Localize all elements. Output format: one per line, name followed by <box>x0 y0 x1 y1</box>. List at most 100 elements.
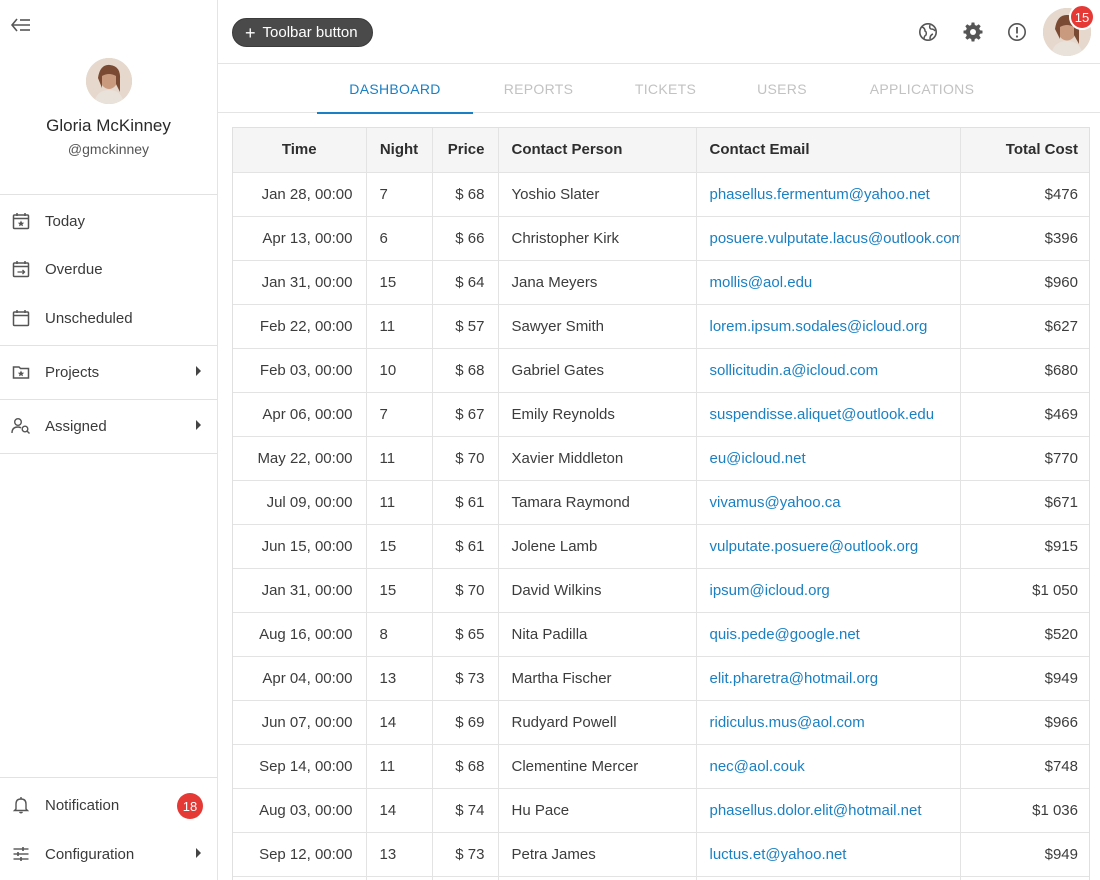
cell-time: Apr 06, 00:00 <box>233 392 367 437</box>
cell-contact-email[interactable]: suspendisse.aliquet@outlook.edu <box>696 392 961 437</box>
cell-night: 11 <box>366 436 433 481</box>
cell-contact-person: Hu Pace <box>498 788 697 833</box>
table-row[interactable]: Aug 16, 00:00 8 $ 65 Nita Padilla quis.pede@… <box>233 612 1089 657</box>
table-row[interactable]: Jul 09, 00:00 11 $ 61 Tamara Raymond vivamus… <box>233 480 1089 525</box>
cell-night: 7 <box>366 172 433 217</box>
cell-total-cost: $949 <box>960 832 1089 877</box>
column-header-total-cost[interactable]: Total Cost <box>960 128 1089 173</box>
table-row[interactable]: Feb 03, 00:00 10 $ 68 Gabriel Gates sollicit… <box>233 348 1089 393</box>
tab-tickets[interactable]: TICKETS <box>604 64 727 113</box>
cell-price: $ 67 <box>432 392 499 437</box>
tab-users[interactable]: USERS <box>727 64 837 113</box>
avatar[interactable] <box>85 58 132 104</box>
cell-total-cost: $1 050 <box>960 568 1089 613</box>
cell-price: $ 66 <box>432 216 499 261</box>
table-row[interactable]: Jan 31, 00:00 15 $ 64 Jana Meyers mollis@aol… <box>233 260 1089 305</box>
sidebar-item-configuration[interactable]: Configuration <box>0 834 217 874</box>
plus-icon: + <box>245 22 256 43</box>
sidebar-item-unscheduled[interactable]: Unscheduled <box>0 298 217 338</box>
user-name: Gloria McKinney <box>46 116 171 135</box>
table-row[interactable]: Jun 07, 00:00 14 $ 69 Rudyard Powell ridicul… <box>233 700 1089 745</box>
column-header-time[interactable]: Time <box>233 128 367 173</box>
cell-contact-person: Jolene Lamb <box>498 524 697 569</box>
cell-contact-email[interactable]: vulputate.posuere@outlook.org <box>696 524 961 569</box>
table-header-row: Time Night Price Contact Person Contact … <box>233 128 1089 173</box>
cell-time: Feb 03, 00:00 <box>233 348 367 393</box>
cell-price: $ 68 <box>432 348 499 393</box>
cell-contact-person: Ian Barber <box>498 876 697 880</box>
gear-icon[interactable] <box>962 21 984 43</box>
tab-reports[interactable]: REPORTS <box>473 64 604 113</box>
cell-contact-email[interactable]: posuere.vulputate.lacus@outlook.com <box>696 216 961 261</box>
tab-dashboard[interactable]: DASHBOARD <box>317 64 473 114</box>
cell-contact-email[interactable]: mollis@aol.edu <box>696 260 961 305</box>
cell-contact-person: Gabriel Gates <box>498 348 697 393</box>
caret-right-icon <box>196 420 201 430</box>
sidebar-item-label: Overdue <box>45 260 103 278</box>
table-row[interactable]: Jan 31, 00:00 15 $ 70 David Wilkins ipsum@ic… <box>233 568 1089 613</box>
tab-bar: DASHBOARD REPORTS TICKETS USERS APPLICAT… <box>218 64 1100 114</box>
table-body: Jan 28, 00:00 7 $ 68 Yoshio Slater phasellus… <box>233 172 1089 880</box>
collapse-sidebar-icon[interactable] <box>10 14 32 36</box>
alert-icon[interactable] <box>1006 21 1028 43</box>
cell-contact-email[interactable]: ipsum@icloud.org <box>696 568 961 613</box>
cell-night: 11 <box>366 304 433 349</box>
sidebar: Gloria McKinney @gmckinney Today Overdue… <box>0 0 218 880</box>
divider <box>0 399 217 400</box>
sidebar-item-assigned[interactable]: Assigned <box>0 406 217 446</box>
cell-contact-email[interactable]: luctus.et@yahoo.net <box>696 832 961 877</box>
bookings-table: Time Night Price Contact Person Contact … <box>232 127 1090 880</box>
cell-price: $ 70 <box>432 568 499 613</box>
cell-contact-email[interactable]: eu@icloud.net <box>696 436 961 481</box>
sidebar-item-projects[interactable]: Projects <box>0 352 217 392</box>
table-row[interactable]: Jun 15, 00:00 15 $ 61 Jolene Lamb vulputate.… <box>233 524 1089 569</box>
cell-night: 15 <box>366 524 433 569</box>
toolbar-button-label: Toolbar button <box>262 24 358 41</box>
column-header-price[interactable]: Price <box>432 128 499 173</box>
cell-price: $ 61 <box>432 480 499 525</box>
toolbar-button[interactable]: + Toolbar button <box>232 18 373 47</box>
cell-time: Oct 02, 00:00 <box>233 876 367 880</box>
column-header-contact-email[interactable]: Contact Email <box>696 128 961 173</box>
column-header-contact-person[interactable]: Contact Person <box>498 128 697 173</box>
sidebar-item-overdue[interactable]: Overdue <box>0 249 217 289</box>
sidebar-item-today[interactable]: Today <box>0 201 217 241</box>
table-row[interactable]: Sep 12, 00:00 13 $ 73 Petra James luctus.et@… <box>233 832 1089 877</box>
cell-contact-email[interactable]: phasellus.dolor.elit@hotmail.net <box>696 788 961 833</box>
cell-contact-email[interactable]: lorem.ipsum.sodales@icloud.org <box>696 304 961 349</box>
table-row[interactable]: Aug 03, 00:00 14 $ 74 Hu Pace phasellus.dolo… <box>233 788 1089 833</box>
cell-time: Jan 28, 00:00 <box>233 172 367 217</box>
table-row[interactable]: Apr 04, 00:00 13 $ 73 Martha Fischer elit.ph… <box>233 656 1089 701</box>
table-row[interactable]: Apr 13, 00:00 6 $ 66 Christopher Kirk posuer… <box>233 216 1089 261</box>
cell-time: Jan 31, 00:00 <box>233 260 367 305</box>
cell-contact-email[interactable]: sollicitudin.a@icloud.com <box>696 348 961 393</box>
table-row[interactable]: Jan 28, 00:00 7 $ 68 Yoshio Slater phasellus… <box>233 172 1089 217</box>
cell-contact-email[interactable]: nec@aol.couk <box>696 744 961 789</box>
cell-contact-person: Petra James <box>498 832 697 877</box>
globe-icon[interactable] <box>917 21 939 43</box>
cell-total-cost: $396 <box>960 216 1089 261</box>
cell-contact-email[interactable]: phasellus.fermentum@yahoo.net <box>696 172 961 217</box>
table-row[interactable]: Feb 22, 00:00 11 $ 57 Sawyer Smith lorem.ips… <box>233 304 1089 349</box>
caret-right-icon <box>196 366 201 376</box>
table-row[interactable]: Apr 06, 00:00 7 $ 67 Emily Reynolds suspendi… <box>233 392 1089 437</box>
cell-contact-email[interactable]: sed@icloud.com <box>696 876 961 880</box>
cell-contact-email[interactable]: quis.pede@google.net <box>696 612 961 657</box>
cell-time: Jun 07, 00:00 <box>233 700 367 745</box>
divider <box>0 453 217 454</box>
cell-time: Apr 04, 00:00 <box>233 656 367 701</box>
tab-applications[interactable]: APPLICATIONS <box>837 64 1007 113</box>
cell-contact-email[interactable]: vivamus@yahoo.ca <box>696 480 961 525</box>
table-row[interactable]: Sep 14, 00:00 11 $ 68 Clementine Mercer nec@… <box>233 744 1089 789</box>
sidebar-item-notification[interactable]: Notification 18 <box>0 785 217 825</box>
cell-total-cost: $949 <box>960 656 1089 701</box>
table-row[interactable]: May 22, 00:00 11 $ 70 Xavier Middleton eu@ic… <box>233 436 1089 481</box>
cell-total-cost: $680 <box>960 348 1089 393</box>
cell-night: 7 <box>366 392 433 437</box>
table-row[interactable]: Oct 02, 00:009$ 66Ian Barbersed@icloud.c… <box>233 876 1089 880</box>
cell-contact-email[interactable]: ridiculus.mus@aol.com <box>696 700 961 745</box>
cell-time: Feb 22, 00:00 <box>233 304 367 349</box>
column-header-night[interactable]: Night <box>366 128 433 173</box>
cell-contact-email[interactable]: elit.pharetra@hotmail.org <box>696 656 961 701</box>
cell-time: Aug 03, 00:00 <box>233 788 367 833</box>
